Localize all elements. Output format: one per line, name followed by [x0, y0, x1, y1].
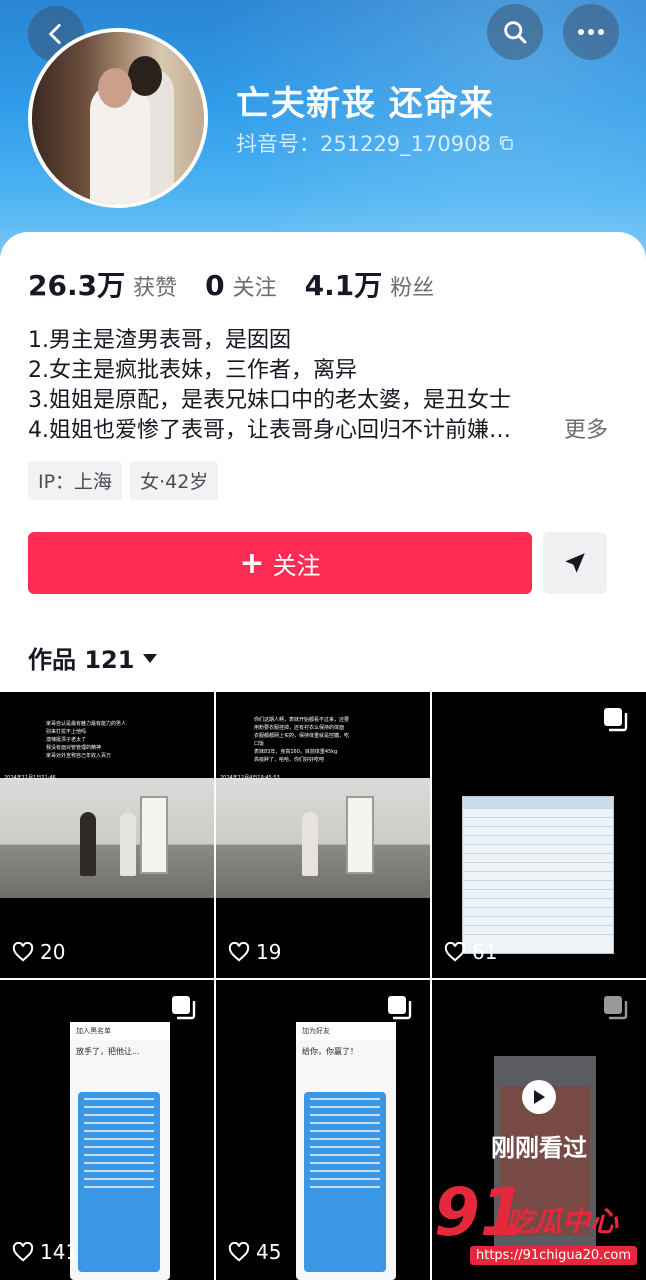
thumbnail-image: 2024年11月1日21:46	[0, 775, 214, 898]
likes-label: 获赞	[133, 276, 178, 301]
profile-nickname: 亡夫新丧 还命来	[236, 84, 494, 124]
works-tab-label: 作品 121	[28, 646, 135, 674]
heart-icon	[12, 1242, 34, 1262]
share-button[interactable]	[543, 532, 607, 594]
multi-image-icon	[172, 996, 196, 1020]
followers-label[interactable]: 粉丝	[390, 270, 434, 302]
bio-line: 4.姐姐也爱惨了表哥，让表哥身心回归不计前嫌…	[28, 418, 511, 443]
tab-works[interactable]: 作品 121	[28, 640, 158, 675]
thumbnail-image: 2024年12月4日19:45:53	[216, 775, 430, 898]
copy-icon[interactable]	[497, 134, 515, 152]
profile-stats: 26.3万 获赞 0 关注 4.1万 粉丝	[28, 264, 462, 304]
thumbnail-image: 加入黑名单 放手了，把他让...	[70, 1022, 170, 1280]
watermark: 91 吃瓜中心 https://91chigua20.com	[434, 1180, 646, 1280]
video-thumbnail[interactable]: 加为好友 给你，你赢了！ 45	[216, 980, 430, 1280]
send-icon	[565, 553, 585, 573]
more-options-button[interactable]	[563, 4, 619, 60]
like-count: 45	[228, 1240, 281, 1264]
thumbnail-image: 加为好友 给你，你赢了！	[296, 1022, 396, 1280]
heart-icon	[228, 1242, 250, 1262]
bio-line: 1.男主是渣男表哥，是囡囡	[28, 328, 291, 353]
video-thumbnail[interactable]: 61	[432, 692, 646, 978]
watermark-text: 吃瓜中心	[506, 1205, 619, 1238]
watermark-url: https://91chigua20.com	[470, 1246, 638, 1265]
like-count: 19	[228, 940, 281, 964]
play-icon	[522, 1080, 556, 1114]
search-button[interactable]	[487, 4, 543, 60]
multi-image-icon	[388, 996, 412, 1020]
follow-label: 关注	[272, 551, 321, 580]
followers-count[interactable]: 4.1万	[305, 264, 383, 304]
multi-image-icon	[604, 708, 628, 732]
heart-icon	[228, 942, 250, 962]
like-count: 20	[12, 940, 65, 964]
douyin-id[interactable]: 抖音号：251229_170908	[236, 128, 515, 158]
heart-icon	[444, 942, 466, 962]
heart-icon	[12, 942, 34, 962]
just-watched-label: 刚刚看过	[491, 1134, 587, 1162]
following-label[interactable]: 关注	[233, 270, 277, 302]
bio-more-link[interactable]: 更多	[564, 416, 608, 446]
avatar[interactable]	[28, 28, 208, 208]
bio-line: 2.女主是疯批表妹，三作者，离异	[28, 358, 357, 383]
caret-down-icon	[143, 653, 158, 663]
follow-button[interactable]: + 关注	[28, 532, 532, 594]
video-thumbnail[interactable]: 家哥自认是最有魅力最有能力的男人 别来打扰不上他吗 澳辣挺漂子老太了 我没有面对…	[0, 692, 214, 978]
search-icon	[504, 21, 527, 44]
plus-icon: +	[239, 545, 265, 581]
profile-tags: IP：上海 女·42岁	[28, 461, 219, 500]
douyin-id-text: 抖音号：251229_170908	[236, 132, 491, 156]
more-dots-icon	[578, 29, 604, 35]
thumbnail-caption: 家哥自认是最有魅力最有能力的男人 别来打扰不上他吗 澳辣挺漂子老太了 我没有面对…	[46, 721, 127, 759]
video-thumbnail[interactable]: 加入黑名单 放手了，把他让... 141	[0, 980, 214, 1280]
gender-age-tag: 女·42岁	[130, 461, 219, 500]
profile-bio[interactable]: 1.男主是渣男表哥，是囡囡 2.女主是疯批表妹，三作者，离异 3.姐姐是原配，是…	[28, 326, 628, 446]
like-count: 141	[12, 1240, 78, 1264]
ip-location-tag: IP：上海	[28, 461, 123, 500]
like-count: 61	[444, 940, 497, 964]
video-thumbnail[interactable]: 你们这期人啊，表妹开始都看不过来，还要 用粉要衣服挂掉，还有衬衣么保持的体面 衣…	[216, 692, 430, 978]
following-count[interactable]: 0	[205, 269, 224, 302]
thumbnail-image	[462, 796, 614, 954]
likes-count: 26.3万	[28, 269, 126, 302]
thumbnail-caption: 你们这期人啊，表妹开始都看不过来，还要 用粉要衣服挂掉，还有衬衣么保持的体面 衣…	[254, 717, 350, 763]
multi-image-icon	[604, 996, 628, 1020]
bio-line: 3.姐姐是原配，是表兄妹口中的老太婆，是丑女士	[28, 388, 511, 413]
